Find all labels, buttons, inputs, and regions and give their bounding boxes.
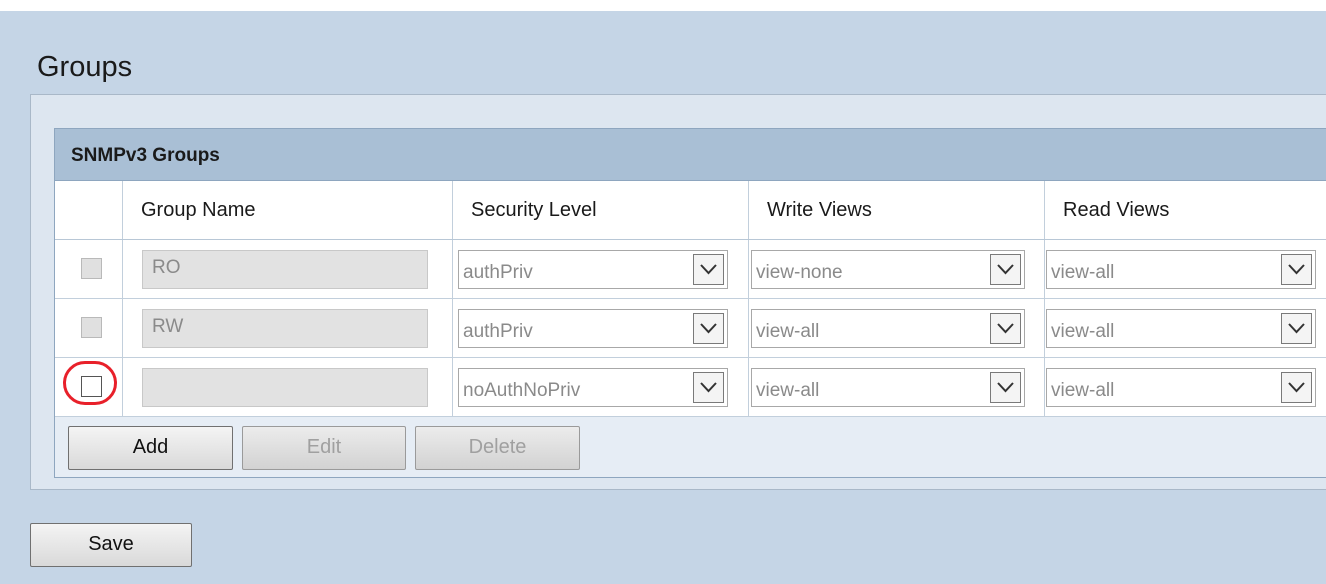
column-header-security-level: Security Level (452, 181, 748, 239)
chevron-down-icon (1281, 372, 1312, 403)
chevron-down-icon (693, 372, 724, 403)
chevron-down-icon (1281, 313, 1312, 344)
table-header-row: Group Name Security Level Write Views Re… (55, 181, 1326, 240)
group-name-field[interactable]: RW (142, 309, 428, 348)
chevron-down-icon (693, 254, 724, 285)
chevron-down-icon (693, 313, 724, 344)
row-select-checkbox[interactable] (81, 258, 102, 279)
chevron-down-icon (990, 254, 1021, 285)
group-name-field[interactable] (142, 368, 428, 407)
security-level-select[interactable]: noAuthNoPriv (458, 368, 728, 407)
edit-button[interactable]: Edit (242, 426, 406, 470)
read-views-select[interactable]: view-all (1046, 250, 1316, 289)
save-button[interactable]: Save (30, 523, 192, 567)
write-views-select[interactable]: view-all (751, 309, 1025, 348)
page-title: Groups (37, 51, 133, 83)
security-level-select[interactable]: authPriv (458, 250, 728, 289)
row-select-checkbox[interactable] (81, 376, 102, 397)
chevron-down-icon (1281, 254, 1312, 285)
table-row: RO authPriv view-none view-all (55, 240, 1326, 299)
chevron-down-icon (990, 372, 1021, 403)
group-name-field[interactable]: RO (142, 250, 428, 289)
table-row: noAuthNoPriv view-all view-all (55, 358, 1326, 417)
add-button[interactable]: Add (68, 426, 233, 470)
read-views-select[interactable]: view-all (1046, 309, 1316, 348)
snmpv3-groups-panel: SNMPv3 Groups Group Name Security Level … (54, 128, 1326, 478)
read-views-select[interactable]: view-all (1046, 368, 1316, 407)
column-header-group-name: Group Name (122, 181, 452, 239)
panel-header: SNMPv3 Groups (55, 129, 1326, 181)
table-row: RW authPriv view-all view-all (55, 299, 1326, 358)
security-level-select[interactable]: authPriv (458, 309, 728, 348)
row-select-checkbox[interactable] (81, 317, 102, 338)
delete-button[interactable]: Delete (415, 426, 580, 470)
write-views-select[interactable]: view-none (751, 250, 1025, 289)
column-header-write-views: Write Views (748, 181, 1044, 239)
panel-title: SNMPv3 Groups (71, 145, 220, 166)
chevron-down-icon (990, 313, 1021, 344)
column-header-read-views: Read Views (1044, 181, 1326, 239)
write-views-select[interactable]: view-all (751, 368, 1025, 407)
